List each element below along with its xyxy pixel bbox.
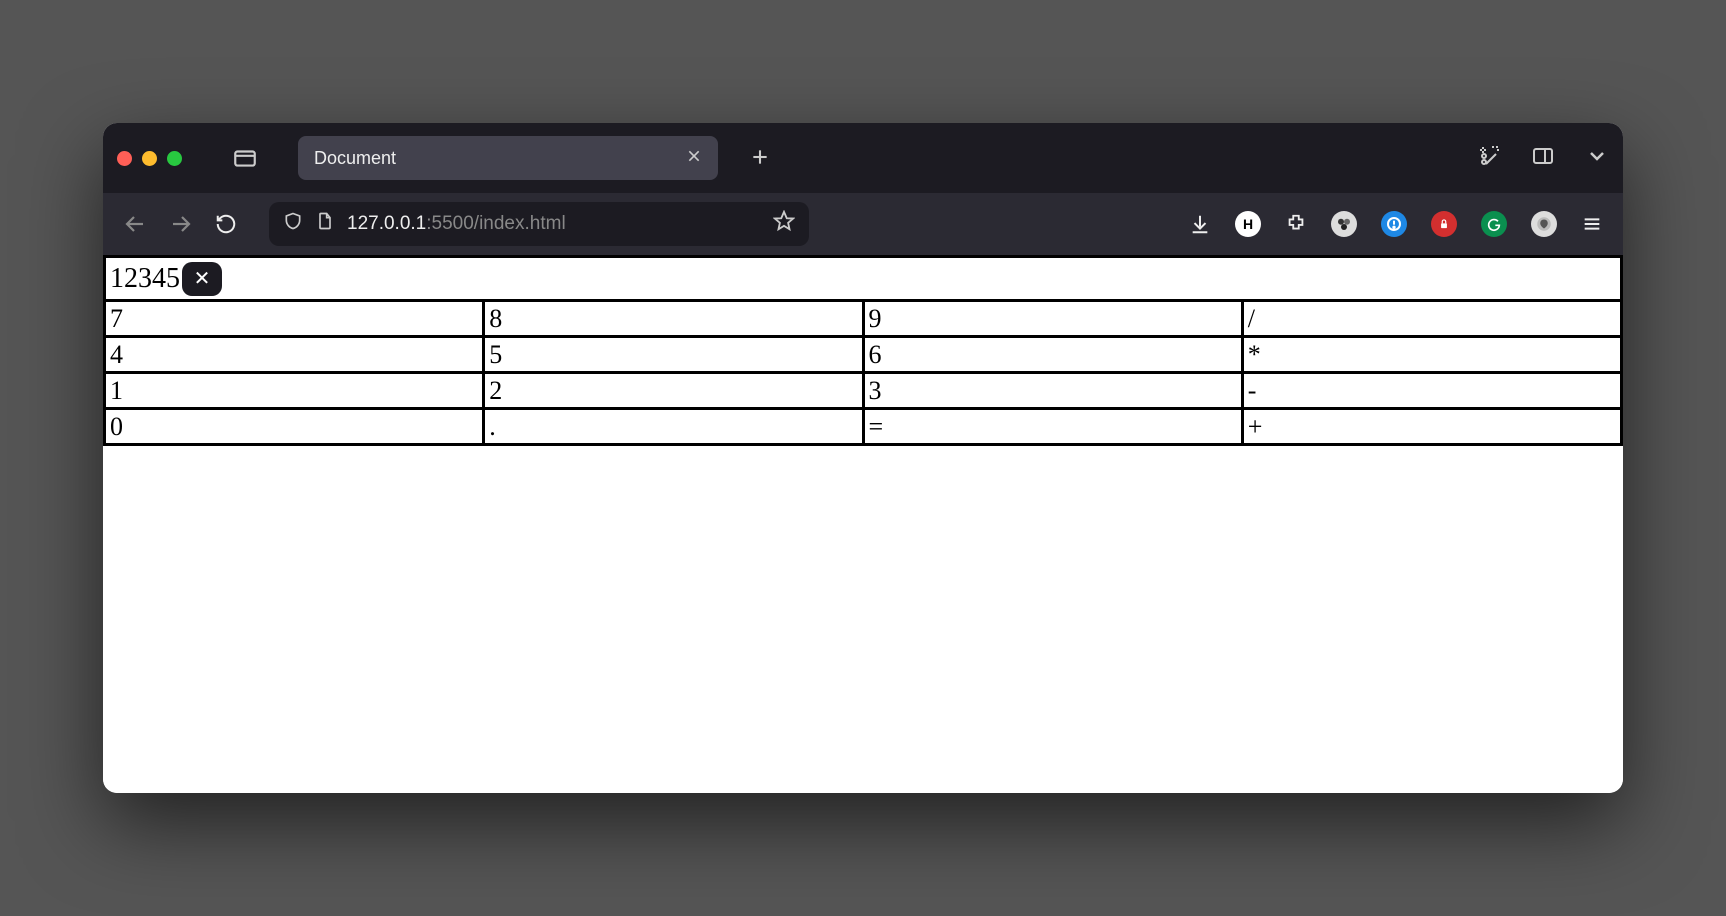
key-7[interactable]: 7 [105, 301, 484, 337]
minimize-window-button[interactable] [142, 151, 157, 166]
extension-cluster-icon[interactable] [1331, 211, 1357, 237]
url-bar[interactable]: 127.0.0.1:5500/index.html [269, 202, 809, 246]
menu-icon[interactable] [1581, 213, 1603, 235]
key-3[interactable]: 3 [863, 373, 1242, 409]
maximize-window-button[interactable] [167, 151, 182, 166]
toolbar-right: H [1189, 211, 1603, 237]
tab-close-icon[interactable] [686, 148, 702, 169]
page-icon [315, 211, 335, 237]
display-value: 12345 [110, 263, 180, 295]
back-button[interactable] [123, 212, 147, 236]
shield-icon[interactable] [283, 211, 303, 237]
key-multiply[interactable]: * [1242, 337, 1621, 373]
titlebar-right [1477, 144, 1609, 173]
downloads-icon[interactable] [1189, 213, 1211, 235]
key-decimal[interactable]: . [484, 409, 863, 445]
screenshot-icon[interactable] [1477, 144, 1501, 173]
new-tab-button[interactable] [750, 143, 770, 174]
close-window-button[interactable] [117, 151, 132, 166]
key-8[interactable]: 8 [484, 301, 863, 337]
panel-icon[interactable] [1531, 144, 1555, 173]
extension-h-icon[interactable]: H [1235, 211, 1261, 237]
key-5[interactable]: 5 [484, 337, 863, 373]
reload-button[interactable] [215, 213, 237, 235]
browser-window: Document [103, 123, 1623, 793]
page-content: 12345 ✕ 7 8 9 / 4 5 6 * 1 2 3 [103, 255, 1623, 793]
sidebar-toggle-icon[interactable] [230, 143, 260, 173]
display-cell: 12345 ✕ [105, 257, 1622, 301]
key-4[interactable]: 4 [105, 337, 484, 373]
key-add[interactable]: + [1242, 409, 1621, 445]
extension-grammarly-icon[interactable] [1481, 211, 1507, 237]
extension-privacy-icon[interactable] [1531, 211, 1557, 237]
extension-lock-icon[interactable] [1431, 211, 1457, 237]
chevron-down-icon[interactable] [1585, 144, 1609, 173]
calculator-table: 12345 ✕ 7 8 9 / 4 5 6 * 1 2 3 [103, 255, 1623, 446]
clear-button[interactable]: ✕ [182, 262, 222, 296]
extension-info-icon[interactable] [1381, 211, 1407, 237]
bookmark-star-icon[interactable] [773, 210, 795, 238]
key-divide[interactable]: / [1242, 301, 1621, 337]
titlebar: Document [103, 123, 1623, 193]
window-controls [117, 151, 182, 166]
key-6[interactable]: 6 [863, 337, 1242, 373]
key-0[interactable]: 0 [105, 409, 484, 445]
key-2[interactable]: 2 [484, 373, 863, 409]
browser-tab[interactable]: Document [298, 136, 718, 180]
forward-button[interactable] [169, 212, 193, 236]
key-9[interactable]: 9 [863, 301, 1242, 337]
key-subtract[interactable]: - [1242, 373, 1621, 409]
url-text: 127.0.0.1:5500/index.html [347, 213, 761, 235]
toolbar: 127.0.0.1:5500/index.html H [103, 193, 1623, 255]
key-equals[interactable]: = [863, 409, 1242, 445]
tab-title: Document [314, 148, 674, 169]
extensions-icon[interactable] [1285, 213, 1307, 235]
key-1[interactable]: 1 [105, 373, 484, 409]
